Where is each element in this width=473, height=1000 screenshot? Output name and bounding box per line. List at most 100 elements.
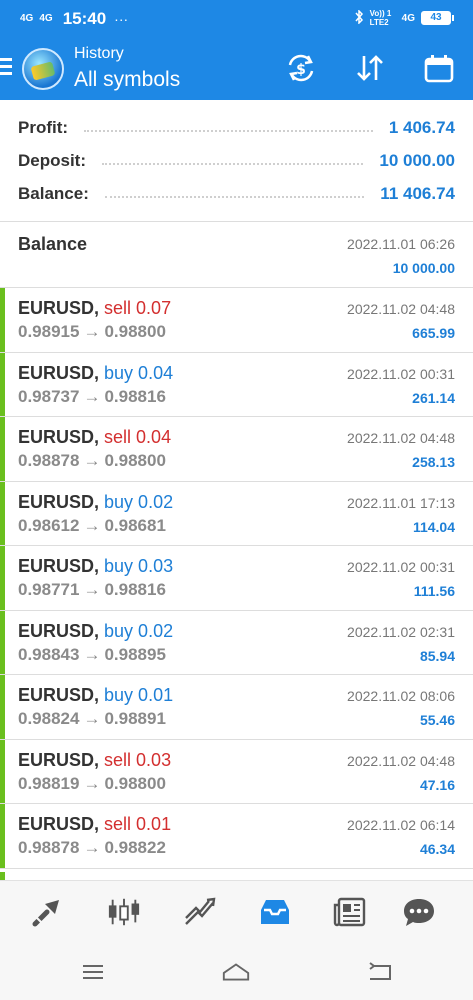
leader-dots [104, 196, 365, 198]
open-price: 0.98878 [18, 838, 80, 857]
messages-icon[interactable] [402, 895, 436, 929]
trade-symbol: EURUSD, [18, 814, 100, 834]
balance-entry-time: 2022.11.01 06:26 [347, 236, 455, 252]
trade-time: 2022.11.02 00:31 [347, 559, 455, 575]
arrow-icon: → [83, 709, 101, 728]
arrow-icon: → [83, 515, 101, 535]
leader-dots [84, 130, 373, 132]
trade-row[interactable]: EURUSD, buy 0.03 0.98771 → 0.98816 2022.11… [0, 546, 473, 611]
chart-icon[interactable] [107, 895, 141, 929]
trade-time: 2022.11.02 06:14 [347, 817, 455, 833]
trade-profit: 85.94 [419, 647, 455, 664]
deposit-row: Deposit: 10 000.00 [18, 147, 455, 175]
more-notifications: ··· [114, 11, 129, 27]
arrow-icon: → [83, 644, 101, 664]
trade-side: sell 0.04 [104, 427, 172, 447]
trade-time: 2022.11.02 08:06 [347, 688, 455, 704]
header-title[interactable]: All symbols [74, 68, 180, 92]
trade-profit: 665.99 [412, 325, 455, 341]
close-price: 0.98816 [104, 580, 166, 599]
trade-side: buy 0.02 [104, 491, 174, 512]
trade-profit: 261.14 [412, 389, 455, 406]
trade-row[interactable]: EURUSD, sell 0.04 0.98878 → 0.98800 2022.1… [0, 417, 473, 482]
bluetooth-icon [354, 8, 364, 27]
profit-row: Profit: 1 406.74 [18, 114, 455, 142]
close-price: 0.98800 [104, 322, 166, 341]
arrow-icon: → [83, 580, 101, 599]
trade-symbol: EURUSD, [18, 685, 100, 705]
trade-profit: 258.13 [412, 454, 455, 470]
close-price: 0.98891 [104, 709, 166, 728]
trade-list: EURUSD, sell 0.07 0.98915 → 0.98800 2022.1… [0, 288, 473, 869]
balance-entry-amount: 10 000.00 [392, 260, 455, 276]
trade-row[interactable]: EURUSD, sell 0.07 0.98915 → 0.98800 2022.1… [0, 288, 473, 353]
close-price: 0.98895 [104, 644, 166, 664]
open-price: 0.98737 [18, 386, 80, 406]
trade-time: 2022.11.02 04:48 [347, 752, 455, 769]
trade-symbol: EURUSD, [18, 362, 100, 383]
trade-icon[interactable] [183, 895, 217, 929]
win-indicator [0, 417, 5, 481]
currency-exchange-icon[interactable]: $ [283, 50, 319, 86]
win-indicator [0, 481, 5, 545]
battery-icon: 43 [421, 11, 454, 25]
balance-value: 11 406.74 [380, 184, 455, 203]
close-price: 0.98822 [104, 838, 166, 857]
app-header: 4G 4G 15:40 ··· Vo)) 1 LTE2 4G 43 Histor… [0, 0, 473, 100]
history-icon[interactable] [258, 895, 292, 929]
trade-symbol: EURUSD, [18, 491, 100, 512]
balance-entry[interactable]: Balance 2022.11.01 06:26 10 000.00 [0, 222, 473, 288]
win-indicator [0, 675, 5, 739]
arrow-icon: → [83, 838, 101, 857]
clock: 15:40 [62, 9, 107, 28]
trade-row[interactable]: EURUSD, sell 0.01 0.98878 → 0.98822 2022.1… [0, 804, 473, 869]
quotes-icon[interactable] [31, 895, 65, 929]
trade-symbol: EURUSD, [18, 556, 100, 576]
trade-side: buy 0.01 [104, 685, 174, 705]
trade-row[interactable]: EURUSD, buy 0.02 0.98843 → 0.98895 2022.11… [0, 610, 473, 675]
recent-apps-icon[interactable] [78, 960, 108, 984]
system-navigation-bar [0, 942, 473, 1000]
trade-symbol: EURUSD, [18, 620, 100, 641]
signal-1-label: 4G [20, 13, 34, 24]
trade-side: sell 0.07 [104, 298, 172, 318]
trade-side: buy 0.03 [104, 556, 174, 576]
win-indicator [0, 546, 5, 610]
calendar-icon[interactable] [421, 50, 457, 86]
balance-summary-row: Balance: 11 406.74 [18, 180, 455, 208]
trade-row[interactable]: EURUSD, buy 0.01 0.98824 → 0.98891 2022.11… [0, 675, 473, 740]
arrow-icon: → [83, 386, 101, 406]
trade-row[interactable]: EURUSD, buy 0.02 0.98612 → 0.98681 2022.11… [0, 481, 473, 546]
arrow-icon: → [83, 322, 101, 341]
trade-profit: 114.04 [412, 518, 455, 535]
arrow-icon: → [83, 773, 101, 793]
leader-dots [102, 163, 364, 165]
header-subtitle: History [74, 45, 124, 62]
news-icon[interactable] [333, 895, 367, 929]
summary-panel: Profit: 1 406.74 Deposit: 10 000.00 Bala… [0, 100, 473, 222]
open-price: 0.98612 [18, 515, 80, 535]
open-price: 0.98878 [18, 451, 80, 470]
trade-side: buy 0.02 [104, 620, 174, 641]
close-price: 0.98800 [104, 773, 166, 793]
trade-time: 2022.11.02 04:48 [347, 301, 455, 317]
trade-side: sell 0.03 [104, 749, 172, 770]
trade-side: buy 0.04 [104, 362, 174, 383]
trade-time: 2022.11.02 00:31 [347, 365, 455, 382]
trade-profit: 47.16 [419, 776, 455, 793]
close-price: 0.98800 [104, 451, 166, 470]
trade-row[interactable]: EURUSD, buy 0.04 0.98737 → 0.98816 2022.11… [0, 352, 473, 417]
home-icon[interactable] [221, 960, 251, 984]
trade-time: 2022.11.02 04:48 [347, 430, 455, 446]
back-icon[interactable] [365, 960, 395, 984]
open-price: 0.98843 [18, 644, 80, 664]
win-indicator [0, 804, 5, 868]
volte-label: Vo)) 1 LTE2 [369, 9, 392, 27]
trade-side: sell 0.01 [104, 814, 172, 834]
app-logo [22, 48, 64, 90]
balance-label: Balance: [18, 184, 89, 203]
trade-row[interactable]: EURUSD, sell 0.03 0.98819 → 0.98800 2022.1… [0, 739, 473, 804]
sort-icon[interactable] [352, 50, 388, 86]
close-price: 0.98681 [104, 515, 166, 535]
menu-icon[interactable] [0, 58, 14, 78]
